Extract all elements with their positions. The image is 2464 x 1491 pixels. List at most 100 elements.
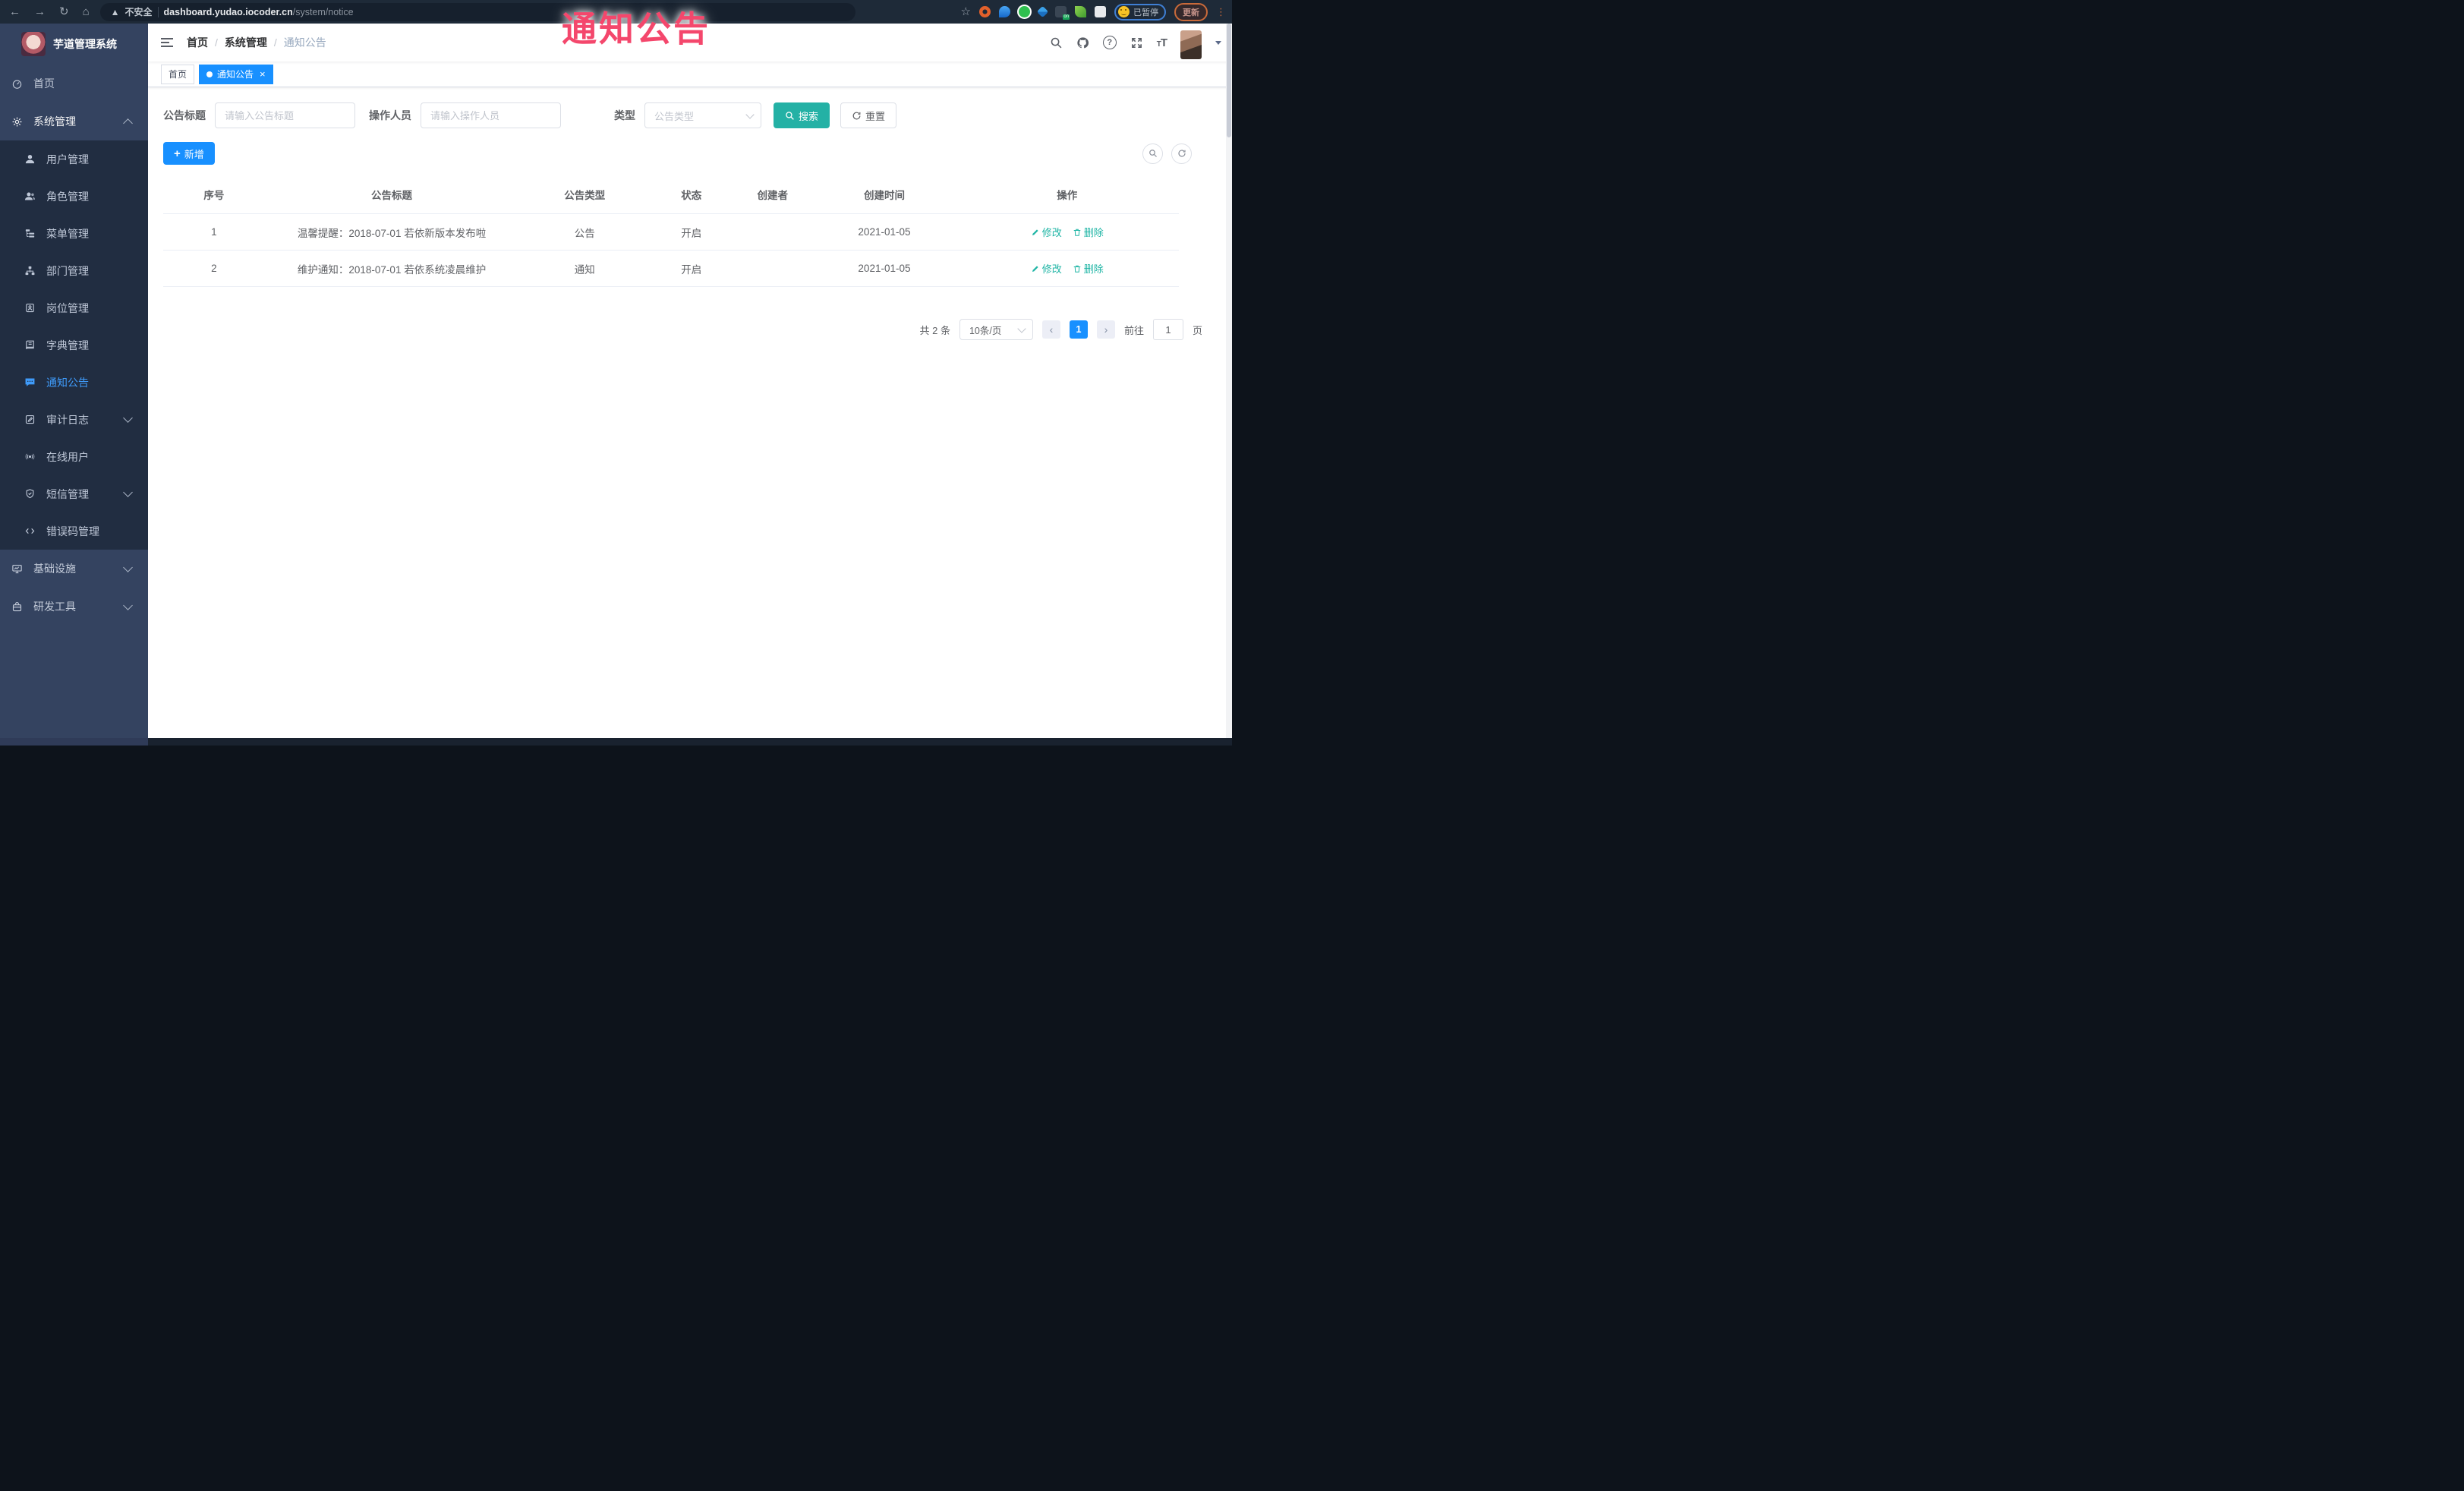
tags-view-bar: 首页 通知公告 × <box>148 61 1232 87</box>
gear-icon <box>12 117 22 126</box>
sidebar-item-home[interactable]: 首页 <box>0 65 148 102</box>
edit-button[interactable]: 修改 <box>1031 261 1062 276</box>
goto-unit-label: 页 <box>1192 324 1202 336</box>
tab-home[interactable]: 首页 <box>161 64 195 84</box>
toggle-search-button[interactable] <box>1142 143 1163 164</box>
next-page-button[interactable]: › <box>1096 320 1115 339</box>
fullscreen-icon[interactable] <box>1130 36 1143 49</box>
monitor-chart-icon <box>12 564 22 573</box>
chevron-down-icon <box>123 562 133 572</box>
sidebar-item-dicts[interactable]: 字典管理 <box>0 326 148 364</box>
cell-create-time: 2021-01-05 <box>813 213 956 251</box>
extension-icon-leaf[interactable] <box>1075 6 1086 17</box>
sidebar-item-label: 通知公告 <box>46 376 89 389</box>
chevron-down-icon <box>745 109 755 119</box>
sidebar-item-posts[interactable]: 岗位管理 <box>0 289 148 326</box>
github-icon[interactable] <box>1076 36 1089 49</box>
url-host: dashboard.yudao.iocoder.cn <box>163 6 293 17</box>
bookmark-star-icon[interactable]: ☆ <box>961 6 971 17</box>
current-page-button[interactable]: 1 <box>1069 320 1088 339</box>
extension-icon-orange-ring[interactable] <box>979 6 991 17</box>
header-search-icon[interactable] <box>1050 36 1063 49</box>
extension-icon-blue-drop[interactable] <box>999 6 1010 17</box>
page-size-select[interactable]: 10条/页 <box>959 319 1033 340</box>
search-icon <box>786 111 794 120</box>
column-header-title: 公告标题 <box>264 175 519 214</box>
pagination: 共 2 条 10条/页 ‹ 1 › 前往 页 <box>163 319 1202 340</box>
back-icon[interactable]: ← <box>9 6 20 17</box>
browser-update-button[interactable]: 更新 <box>1174 2 1208 21</box>
logo-image <box>21 32 46 56</box>
column-header-creator: 创建者 <box>732 175 814 214</box>
sidebar-item-error-codes[interactable]: 错误码管理 <box>0 512 148 550</box>
refresh-icon <box>852 112 861 119</box>
search-button[interactable]: 搜索 <box>774 102 830 128</box>
extension-icon-puzzle[interactable] <box>1095 6 1106 17</box>
breadcrumb-separator: / <box>215 36 218 49</box>
scrollbar[interactable] <box>1226 24 1232 738</box>
refresh-table-button[interactable] <box>1171 143 1192 164</box>
sidebar-item-label: 短信管理 <box>46 487 89 500</box>
sidebar: 芋道管理系统 首页 系统管理 用户管理 角色管理 菜单管理 部门管理 岗位管理 … <box>0 24 148 738</box>
hamburger-icon[interactable] <box>161 38 173 47</box>
watermark-overlay: 通知公告 <box>562 9 711 49</box>
sidebar-item-menus[interactable]: 菜单管理 <box>0 215 148 252</box>
cell-create-time: 2021-01-05 <box>813 250 956 287</box>
help-icon[interactable]: ? <box>1102 36 1117 49</box>
security-label[interactable]: 不安全 <box>125 5 153 18</box>
chevron-down-icon[interactable] <box>1215 40 1221 48</box>
breadcrumb-current: 通知公告 <box>283 36 326 49</box>
sidebar-item-sms[interactable]: 短信管理 <box>0 475 148 512</box>
sidebar-item-label: 岗位管理 <box>46 301 89 314</box>
add-button[interactable]: + 新增 <box>163 142 215 165</box>
sidebar-item-infrastructure[interactable]: 基础设施 <box>0 550 148 588</box>
operator-input[interactable] <box>421 102 561 128</box>
table-row[interactable]: 1 温馨提醒：2018-07-01 若依新版本发布啦 公告 开启 2021-01… <box>163 213 1179 251</box>
extension-icon-blue-diamond[interactable] <box>1036 5 1049 18</box>
notice-title-input[interactable] <box>215 102 355 128</box>
sidebar-item-system[interactable]: 系统管理 <box>0 102 148 140</box>
notice-type-select[interactable]: 公告类型 <box>644 102 761 128</box>
sidebar-item-label: 角色管理 <box>46 190 89 203</box>
sidebar-item-notices[interactable]: 通知公告 <box>0 364 148 401</box>
sidebar-item-users[interactable]: 用户管理 <box>0 140 148 178</box>
edit-button[interactable]: 修改 <box>1031 225 1062 239</box>
forward-icon[interactable]: → <box>34 6 46 17</box>
app-logo[interactable]: 芋道管理系统 <box>0 24 148 65</box>
url-path: /system/notice <box>292 6 354 17</box>
delete-button[interactable]: 删除 <box>1073 261 1104 276</box>
sidebar-item-online-users[interactable]: 在线用户 <box>0 438 148 475</box>
extension-icon-green-circle[interactable] <box>1019 6 1030 17</box>
table-header-row: 序号 公告标题 公告类型 状态 创建者 创建时间 操作 <box>163 175 1179 214</box>
prev-page-button[interactable]: ‹ <box>1041 320 1060 339</box>
scrollbar-thumb[interactable] <box>1227 24 1231 137</box>
sidebar-item-depts[interactable]: 部门管理 <box>0 252 148 289</box>
id-badge-icon <box>26 303 34 313</box>
announcement-chat-icon <box>25 378 35 386</box>
goto-page-input[interactable] <box>1152 319 1183 340</box>
goto-label: 前往 <box>1123 324 1144 336</box>
breadcrumb-system[interactable]: 系统管理 <box>225 35 267 50</box>
delete-button[interactable]: 删除 <box>1073 225 1104 239</box>
browser-menu-icon[interactable]: ⋮ <box>1216 7 1226 17</box>
address-bar[interactable]: ▲ 不安全 dashboard.yudao.iocoder.cn/system/… <box>99 2 855 21</box>
extension-icon-switch[interactable]: on <box>1055 6 1070 20</box>
sidebar-item-dev-tools[interactable]: 研发工具 <box>0 588 148 626</box>
user-avatar[interactable] <box>1180 30 1202 59</box>
tab-notice[interactable]: 通知公告 × <box>199 64 273 84</box>
reset-button[interactable]: 重置 <box>840 102 897 128</box>
browser-profile-chip[interactable]: 已暂停 <box>1114 3 1166 20</box>
breadcrumb-home[interactable]: 首页 <box>187 35 208 50</box>
sidebar-item-audit-log[interactable]: 审计日志 <box>0 401 148 438</box>
reload-icon[interactable]: ↻ <box>59 6 69 17</box>
pencil-icon <box>1032 265 1038 272</box>
plus-icon: + <box>174 147 181 160</box>
home-icon[interactable]: ⌂ <box>83 6 90 17</box>
sidebar-item-label: 错误码管理 <box>46 525 99 537</box>
sidebar-item-label: 基础设施 <box>33 563 76 575</box>
sidebar-item-roles[interactable]: 角色管理 <box>0 178 148 215</box>
font-size-icon[interactable]: TT <box>1157 36 1167 49</box>
table-row[interactable]: 2 维护通知：2018-07-01 若依系统凌晨维护 通知 开启 2021-01… <box>163 250 1179 287</box>
breadcrumb-separator: / <box>273 36 277 49</box>
close-icon[interactable]: × <box>260 69 266 79</box>
